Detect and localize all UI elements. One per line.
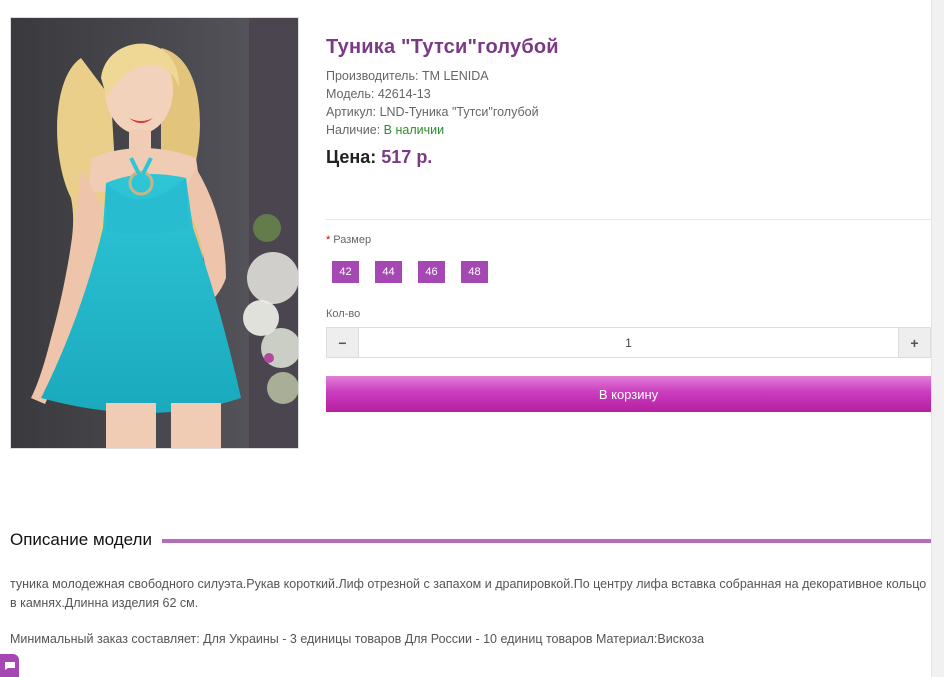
sku-label: Артикул:: [326, 105, 377, 119]
add-to-cart-button[interactable]: В корзину: [326, 376, 931, 412]
quantity-stepper: − 1 +: [326, 327, 931, 358]
availability-row: Наличие: В наличии: [326, 121, 931, 139]
manufacturer-label: Производитель:: [326, 69, 419, 83]
chat-bubble-icon: [4, 661, 15, 670]
size-label-text: Размер: [333, 234, 372, 246]
manufacturer-row: Производитель: TM LENIDA: [326, 67, 931, 85]
price-value: 517 р.: [381, 147, 433, 167]
size-label: * Размер: [326, 234, 371, 246]
model-row: Модель: 42614-13: [326, 85, 931, 103]
description-paragraph: Минимальный заказ составляет: Для Украин…: [10, 632, 705, 646]
quantity-plus-button[interactable]: +: [899, 328, 930, 357]
minus-icon: −: [338, 334, 347, 351]
manufacturer-value: TM LENIDA: [421, 69, 489, 83]
description-paragraph: туника молодежная свободного силуэта.Рук…: [10, 577, 927, 610]
price-label: Цена:: [326, 147, 377, 167]
size-option-46[interactable]: 46: [418, 261, 445, 283]
model-label: Модель:: [326, 87, 375, 101]
description-header: Описание модели: [10, 530, 931, 550]
description-heading: Описание модели: [10, 530, 152, 549]
chat-widget-icon[interactable]: [0, 654, 19, 677]
size-option-44[interactable]: 44: [375, 261, 402, 283]
product-meta: Производитель: TM LENIDA Модель: 42614-1…: [326, 67, 931, 139]
availability-status: В наличии: [383, 123, 445, 137]
page-scroll-edge: [931, 0, 944, 677]
quantity-label: Кол-во: [326, 308, 361, 320]
size-option-48[interactable]: 48: [461, 261, 488, 283]
description-body: туника молодежная свободного силуэта.Рук…: [10, 575, 931, 649]
size-option-42[interactable]: 42: [332, 261, 359, 283]
plus-icon: +: [910, 334, 919, 351]
model-value: 42614-13: [377, 87, 431, 101]
product-image[interactable]: [10, 17, 299, 449]
options-divider: [326, 219, 931, 220]
product-info: Туника "Тутси"голубой Производитель: TM …: [326, 36, 931, 168]
size-options: 42 44 46 48: [332, 261, 504, 283]
quantity-input[interactable]: 1: [358, 328, 899, 357]
price-row: Цена: 517 р.: [326, 147, 931, 168]
required-mark: *: [326, 234, 331, 246]
sku-value: LND-Туника "Тутси"голубой: [379, 105, 539, 119]
sku-row: Артикул: LND-Туника "Тутси"голубой: [326, 103, 931, 121]
description-heading-line: [161, 539, 931, 543]
product-title: Туника "Тутси"голубой: [326, 36, 559, 58]
quantity-minus-button[interactable]: −: [327, 328, 358, 357]
availability-label: Наличие:: [326, 123, 381, 137]
